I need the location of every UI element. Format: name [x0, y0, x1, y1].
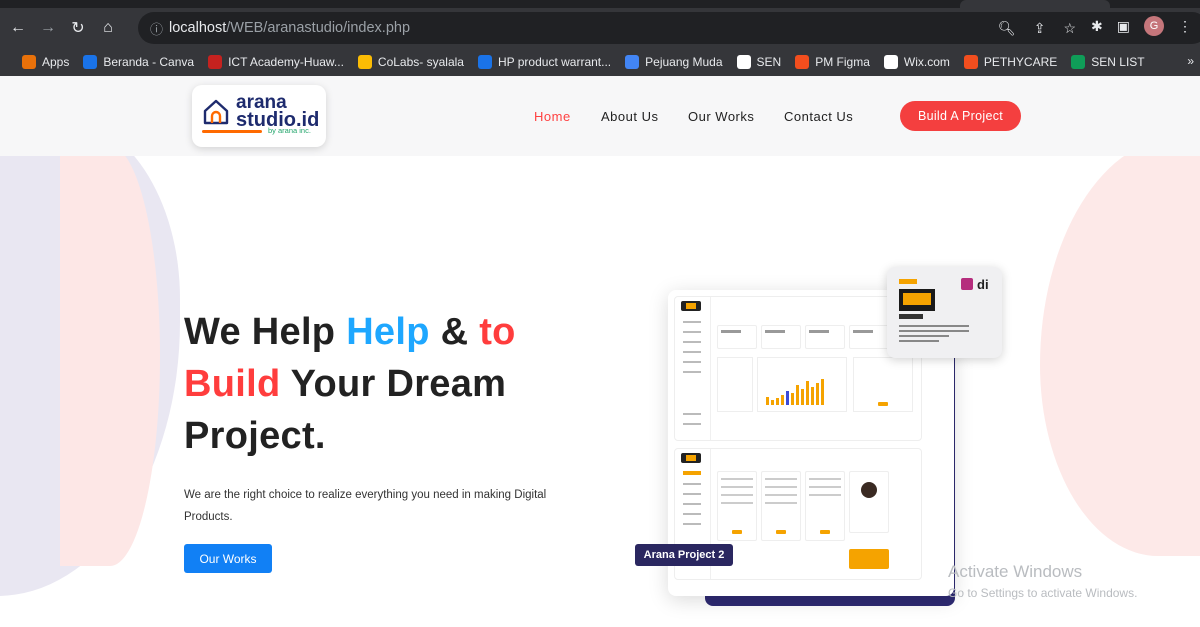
bookmark-item[interactable]: Beranda - Canva — [83, 55, 194, 69]
forward-icon[interactable]: → — [36, 16, 60, 40]
share-icon[interactable]: ⇪ — [1034, 20, 1046, 37]
bookmark-label: SEN — [756, 55, 782, 69]
project-label: Arana Project 2 — [635, 544, 733, 566]
bookmark-item[interactable]: SEN LIST — [1071, 55, 1145, 69]
bookmark-label: Beranda - Canva — [103, 55, 195, 69]
site-info-icon[interactable]: ⓘ — [150, 19, 163, 38]
logo-subtitle: by arana inc. — [268, 126, 311, 135]
bookmark-item[interactable]: Pejuang Muda — [625, 55, 723, 69]
bookmark-favicon-icon — [357, 55, 372, 69]
apps-grid-icon — [22, 55, 36, 69]
web-page: arana studio.id by arana inc. Home About… — [0, 76, 1200, 627]
bookmark-item[interactable]: PETHYCARE — [963, 55, 1058, 69]
bookmark-favicon-icon — [208, 55, 223, 69]
app-icon: di — [977, 277, 989, 292]
mockup-dashboard-screen — [674, 296, 922, 441]
bookmarks-overflow-icon[interactable]: » — [1187, 54, 1194, 68]
browser-toolbar: ← → ↻ ⌂ ⓘ localhost/WEB/aranastudio/inde… — [0, 8, 1200, 48]
bookmark-star-icon[interactable]: ☆ — [1063, 20, 1076, 37]
project-info-card-image: di — [887, 267, 1002, 358]
hero-text: We Help — [184, 311, 347, 353]
active-tab[interactable] — [960, 0, 1110, 8]
bookmark-label: ICT Academy-Huaw... — [228, 55, 344, 69]
bookmark-label: CoLabs- syalala — [377, 55, 464, 69]
nav-home[interactable]: Home — [534, 109, 571, 124]
bookmark-favicon-icon — [736, 55, 751, 69]
nav-about-us[interactable]: About Us — [601, 109, 658, 124]
bookmark-favicon-icon — [83, 55, 98, 69]
hero-description: We are the right choice to realize every… — [184, 489, 547, 523]
windows-activation-watermark: Activate Windows Go to Settings to activ… — [948, 562, 1137, 600]
bookmark-item[interactable]: PM Figma — [795, 55, 870, 69]
decor-blob-pink-right — [1040, 136, 1200, 556]
home-icon[interactable]: ⌂ — [96, 16, 120, 40]
house-logo-icon — [203, 99, 229, 125]
back-icon[interactable]: ← — [6, 16, 30, 40]
reload-icon[interactable]: ↻ — [66, 16, 90, 40]
bookmark-label: SEN LIST — [1091, 55, 1145, 69]
bookmark-favicon-icon — [625, 55, 640, 69]
bookmarks-bar: Apps Beranda - Canva ICT Academy-Huaw... Co… — [0, 48, 1200, 76]
hero-text-highlight-red: to — [479, 311, 516, 353]
bookmark-favicon-icon — [963, 55, 978, 69]
nav-our-works[interactable]: Our Works — [688, 109, 754, 124]
logo-underline — [202, 130, 262, 133]
build-project-button[interactable]: Build A Project — [900, 101, 1021, 131]
bookmark-label: Apps — [42, 55, 70, 69]
hero-heading: We Help Help & to Build Your Dream Proje… — [184, 306, 516, 462]
bookmark-favicon-icon — [795, 55, 810, 69]
bookmark-item[interactable]: ICT Academy-Huaw... — [208, 55, 344, 69]
url-host: localhost — [169, 20, 227, 36]
hero-text: Project. — [184, 415, 326, 457]
hero-text: & — [429, 311, 480, 353]
address-bar[interactable]: ⓘ localhost/WEB/aranastudio/index.php 🔍︎… — [138, 12, 1200, 44]
menu-kebab-icon[interactable]: ⋮ — [1178, 18, 1192, 35]
bookmark-label: HP product warrant... — [497, 55, 612, 69]
bookmark-favicon-icon — [883, 55, 898, 69]
profile-avatar[interactable]: G — [1144, 16, 1164, 36]
extensions-icon[interactable]: ✱ — [1091, 18, 1103, 35]
hero-text-highlight-blue: Help — [346, 311, 430, 353]
bookmark-label: PM Figma — [815, 55, 870, 69]
app-icon — [961, 278, 973, 290]
hero-text: Your Dream — [280, 363, 507, 405]
decor-blob-pink — [60, 146, 160, 566]
bookmark-label: Pejuang Muda — [645, 55, 723, 69]
watermark-subtitle: Go to Settings to activate Windows. — [948, 586, 1138, 600]
watermark-title: Activate Windows — [948, 562, 1083, 581]
our-works-button[interactable]: Our Works — [184, 544, 272, 573]
bookmark-item[interactable]: Wix.com — [883, 55, 950, 69]
bookmark-label: Wix.com — [903, 55, 950, 69]
side-panel-icon[interactable]: ▣ — [1117, 18, 1130, 35]
hero-text-highlight-red: Build — [184, 363, 281, 405]
bookmark-item[interactable]: CoLabs- syalala — [357, 55, 464, 69]
bookmark-item[interactable]: Apps — [22, 55, 69, 69]
bookmark-favicon-icon — [1071, 55, 1086, 69]
bookmark-item[interactable]: SEN — [736, 55, 782, 69]
bookmark-item[interactable]: HP product warrant... — [477, 55, 612, 69]
site-logo[interactable]: arana studio.id by arana inc. — [192, 85, 326, 147]
zoom-icon[interactable]: 🔍︎ — [998, 20, 1016, 37]
bookmark-label: PETHYCARE — [983, 55, 1058, 69]
bookmark-favicon-icon — [477, 55, 492, 69]
url-path: /WEB/aranastudio/index.php — [226, 20, 411, 36]
nav-contact-us[interactable]: Contact Us — [784, 109, 853, 124]
